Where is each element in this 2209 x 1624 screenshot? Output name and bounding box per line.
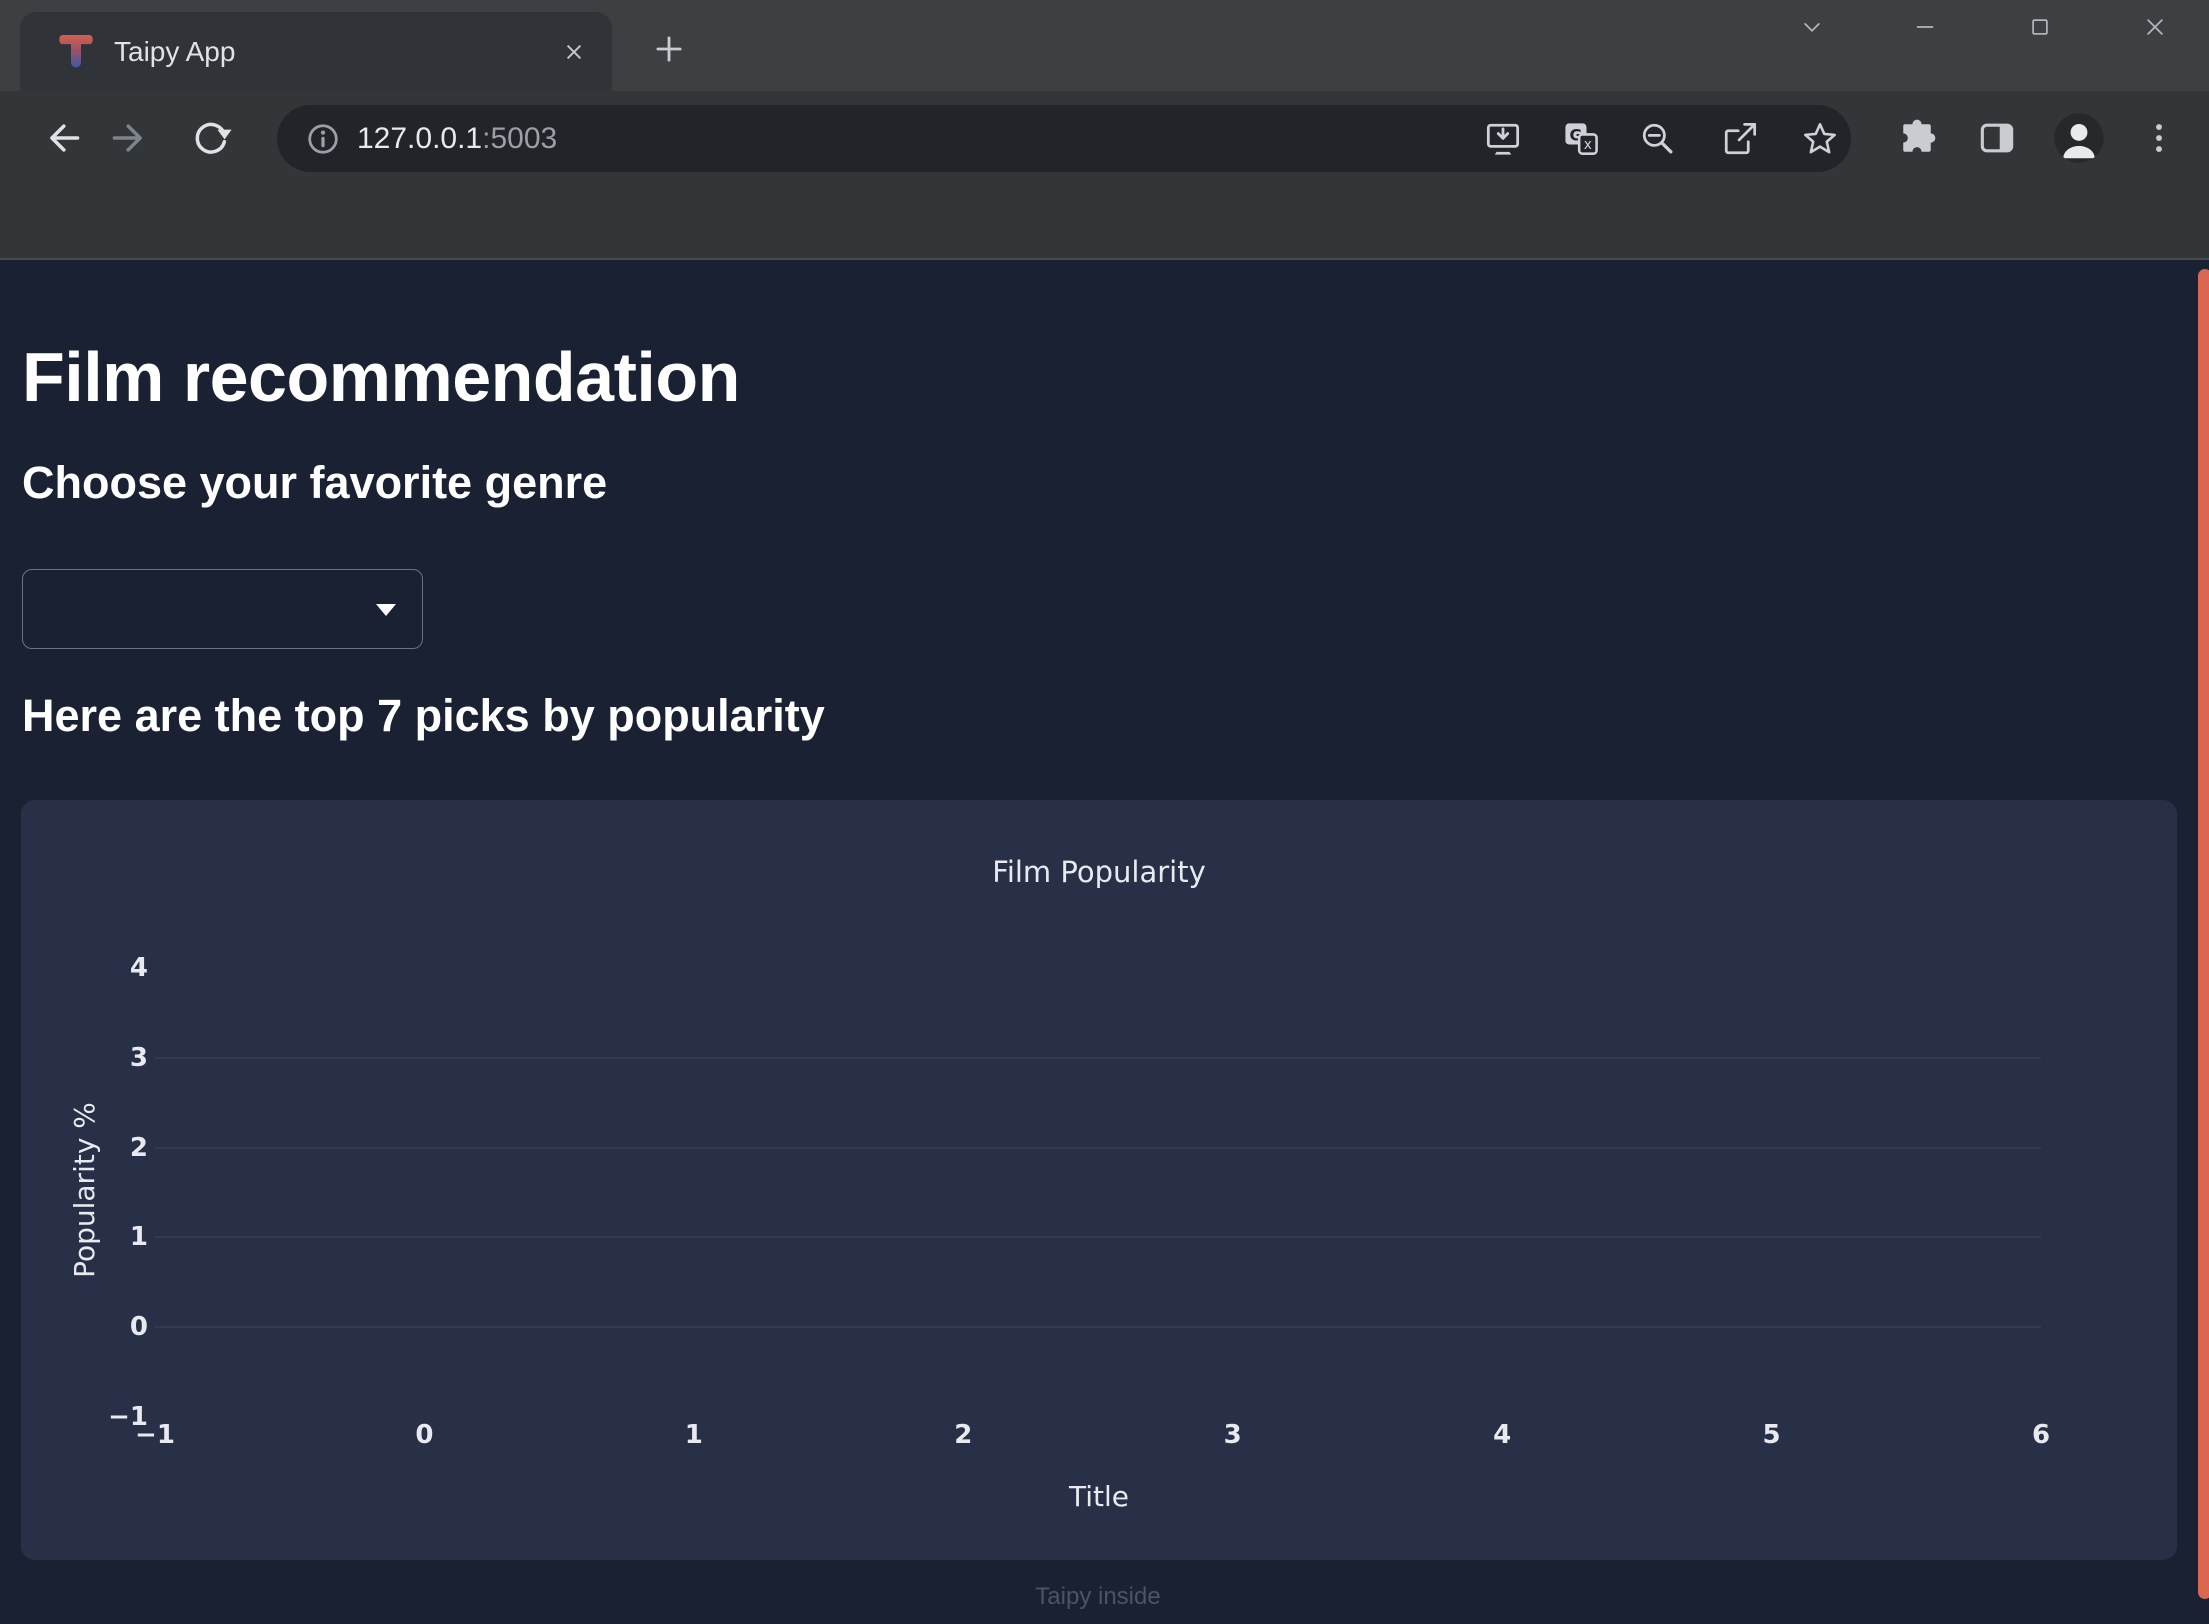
tab-title: Taipy App [114, 12, 235, 91]
genre-select[interactable] [22, 569, 423, 649]
translate-icon[interactable]: G x [1557, 115, 1605, 163]
bookmark-star-icon[interactable] [1796, 115, 1844, 163]
browser-toolbar: 127.0.0.1:5003 G x [0, 91, 2209, 258]
window-close-icon[interactable] [2140, 12, 2170, 42]
x-tick-label: 1 [649, 1420, 739, 1450]
gridline [155, 1326, 2041, 1328]
plot-area: −101234−10123456 [21, 800, 2177, 1560]
x-tick-label: −1 [110, 1420, 200, 1450]
y-tick-label: 1 [21, 1222, 148, 1252]
site-info-icon[interactable] [299, 115, 347, 163]
page-scrollbar[interactable] [2198, 269, 2209, 1599]
y-tick-label: 2 [21, 1133, 148, 1163]
chevron-down-icon [376, 604, 396, 616]
x-tick-label: 6 [1996, 1420, 2086, 1450]
three-dot-menu-icon[interactable] [2135, 114, 2183, 162]
window-chevron-down-icon[interactable] [1797, 12, 1827, 42]
url-port: :5003 [482, 122, 557, 155]
y-tick-label: 4 [21, 953, 148, 983]
browser-tab[interactable]: Taipy App [20, 12, 612, 91]
tab-close-icon[interactable] [560, 38, 588, 66]
profile-avatar-icon[interactable] [2052, 111, 2106, 165]
back-icon[interactable] [38, 114, 86, 162]
x-tick-label: 3 [1188, 1420, 1278, 1450]
url-text[interactable]: 127.0.0.1:5003 [357, 105, 557, 172]
gridline [155, 1057, 2041, 1059]
y-tick-label: 3 [21, 1043, 148, 1073]
side-panel-icon[interactable] [1973, 114, 2021, 162]
new-tab-button[interactable] [650, 30, 688, 68]
x-tick-label: 0 [379, 1420, 469, 1450]
window-maximize-icon[interactable] [2025, 12, 2055, 42]
film-popularity-chart[interactable]: Film Popularity Popularity % Title −1012… [21, 800, 2177, 1560]
forward-icon[interactable] [106, 114, 154, 162]
x-tick-label: 5 [1727, 1420, 1817, 1450]
window-minimize-icon[interactable] [1910, 12, 1940, 42]
browser-window: Taipy App [0, 0, 2209, 1624]
share-icon[interactable] [1716, 115, 1764, 163]
picks-heading: Here are the top 7 picks by popularity [22, 690, 825, 742]
page-title: Film recommendation [22, 338, 740, 416]
url-bar[interactable]: 127.0.0.1:5003 G x [277, 105, 1851, 172]
genre-heading: Choose your favorite genre [22, 457, 607, 509]
zoom-out-icon[interactable] [1634, 115, 1682, 163]
reload-icon[interactable] [187, 114, 235, 162]
url-host: 127.0.0.1 [357, 122, 482, 155]
svg-text:x: x [1584, 137, 1592, 153]
gridline [155, 1147, 2041, 1149]
extensions-puzzle-icon[interactable] [1893, 114, 1941, 162]
page-content: Film recommendation Choose your favorite… [0, 260, 2209, 1624]
x-tick-label: 4 [1457, 1420, 1547, 1450]
taipy-footer: Taipy inside [0, 1583, 2196, 1611]
tab-strip: Taipy App [0, 0, 2209, 91]
x-tick-label: 2 [918, 1420, 1008, 1450]
install-icon[interactable] [1479, 115, 1527, 163]
taipy-favicon-icon [56, 30, 96, 70]
y-tick-label: 0 [21, 1312, 148, 1342]
gridline [155, 1236, 2041, 1238]
